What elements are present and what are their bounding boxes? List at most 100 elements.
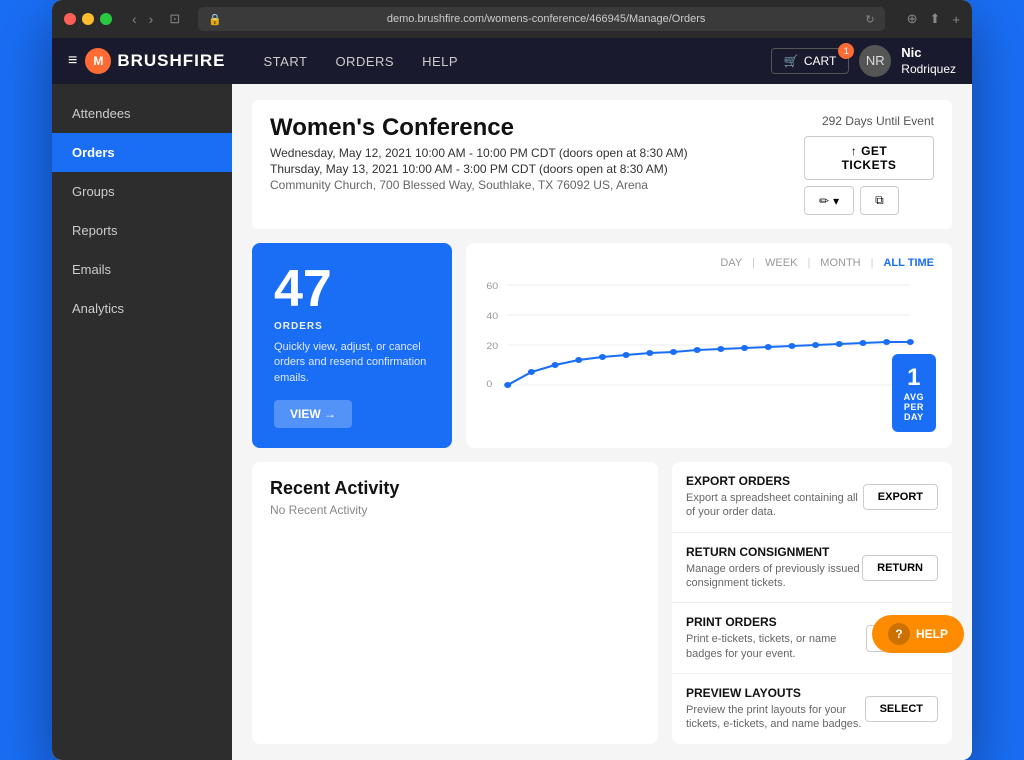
event-title: Women's Conference [270,114,688,142]
select-button[interactable]: SELECT [865,696,938,722]
orders-description: Quickly view, adjust, or cancel orders a… [274,340,430,386]
avatar: NR [859,45,891,77]
avg-number: 1 [904,364,924,392]
recent-activity-card: Recent Activity No Recent Activity [252,462,658,743]
orders-count: 47 [274,263,430,315]
new-tab-button[interactable]: + [952,12,960,27]
avg-label: AVGPERDAY [904,392,924,422]
avatar-initials: NR [866,53,885,68]
chart-card: DAY | WEEK | MONTH | ALL TIME 60 40 20 [466,243,952,448]
forward-button[interactable]: › [145,9,158,29]
event-date-2: Thursday, May 13, 2021 10:00 AM - 3:00 P… [270,162,688,176]
cart-button[interactable]: 🛒 CART 1 [771,48,849,74]
browser-window: ‹ › ⊡ 🔒 demo.brushfire.com/womens-confer… [52,0,972,760]
chart-divider-3: | [871,257,874,269]
nav-arrows: ‹ › [128,9,157,29]
event-location: Community Church, 700 Blessed Way, South… [270,178,688,192]
orders-chart: 60 40 20 0 [484,277,934,397]
nav-link-start[interactable]: START [250,38,322,84]
export-orders-desc: Export a spreadsheet containing all of y… [686,491,863,520]
edit-button[interactable]: ✏ ▾ [804,186,854,215]
event-info: Women's Conference Wednesday, May 12, 20… [270,114,688,192]
return-consignment-desc: Manage orders of previously issued consi… [686,562,862,591]
chart-tab-month[interactable]: MONTH [820,257,860,269]
return-consignment-row: RETURN CONSIGNMENT Manage orders of prev… [672,533,952,604]
cart-badge: 1 [838,43,854,59]
chart-tab-week[interactable]: WEEK [765,257,797,269]
reload-icon[interactable]: ↻ [865,13,874,26]
share-button[interactable]: ⬆ [930,11,941,27]
chart-tabs: DAY | WEEK | MONTH | ALL TIME [484,257,934,269]
nav-actions: 🛒 CART 1 NR Nic Rodriquez [771,45,956,77]
bottom-row: Recent Activity No Recent Activity EXPOR… [252,462,952,743]
minimize-button[interactable] [82,13,94,25]
main-content: Attendees Orders Groups Reports Emails A… [52,84,972,760]
stats-row: 47 ORDERS Quickly view, adjust, or cance… [252,243,952,448]
sidebar-item-attendees[interactable]: Attendees [52,94,232,133]
nav-link-orders[interactable]: ORDERS [321,38,408,84]
window-menu-button[interactable]: ⊡ [169,11,180,27]
cart-label: CART [804,54,836,68]
export-button[interactable]: EXPORT [863,484,938,510]
edit-icon: ✏ [819,194,829,208]
user-surname: Rodriquez [901,62,956,78]
svg-text:40: 40 [486,312,498,322]
view-orders-button[interactable]: VIEW → [274,400,352,428]
return-consignment-info: RETURN CONSIGNMENT Manage orders of prev… [686,545,862,591]
print-orders-info: PRINT ORDERS Print e-tickets, tickets, o… [686,615,866,661]
export-orders-info: EXPORT ORDERS Export a spreadsheet conta… [686,474,863,520]
svg-text:0: 0 [486,380,492,390]
content-area: Women's Conference Wednesday, May 12, 20… [232,84,972,760]
chart-divider-1: | [752,257,755,269]
return-button[interactable]: RETURN [862,555,938,581]
print-orders-desc: Print e-tickets, tickets, or name badges… [686,632,866,661]
sidebar-item-groups[interactable]: Groups [52,172,232,211]
sidebar-item-orders[interactable]: Orders [52,133,232,172]
brand-name: BRUSHFIRE [117,51,225,71]
address-bar[interactable]: 🔒 demo.brushfire.com/womens-conference/4… [198,7,884,31]
hamburger-icon[interactable]: ≡ [68,52,77,70]
sidebar-item-emails[interactable]: Emails [52,250,232,289]
export-orders-title: EXPORT ORDERS [686,474,863,488]
recent-activity-subtitle: No Recent Activity [270,503,640,517]
svg-text:20: 20 [486,342,498,352]
orders-stat-card: 47 ORDERS Quickly view, adjust, or cance… [252,243,452,448]
sidebar-item-reports[interactable]: Reports [52,211,232,250]
chart-tab-day[interactable]: DAY [720,257,742,269]
fullscreen-button[interactable] [100,13,112,25]
avg-badge: 1 AVGPERDAY [892,354,936,432]
edit-dropdown-icon: ▾ [833,194,839,208]
cart-icon: 🛒 [784,54,799,68]
preview-layouts-info: PREVIEW LAYOUTS Preview the print layout… [686,686,865,732]
event-actions: 292 Days Until Event ↑ GET TICKETS ✏ ▾ ⧉ [804,114,934,215]
return-consignment-title: RETURN CONSIGNMENT [686,545,862,559]
user-name: Nic [901,45,956,62]
extensions-button[interactable]: ⊕ [907,11,918,27]
titlebar: ‹ › ⊡ 🔒 demo.brushfire.com/womens-confer… [52,0,972,38]
preview-layouts-row: PREVIEW LAYOUTS Preview the print layout… [672,674,952,744]
chart-tab-alltime[interactable]: ALL TIME [883,257,934,269]
chart-divider-2: | [807,257,810,269]
brand-logo: M [85,48,111,74]
get-tickets-button[interactable]: ↑ GET TICKETS [804,136,934,180]
sidebar-item-analytics[interactable]: Analytics [52,289,232,328]
user-info: Nic Rodriquez [901,45,956,77]
navbar: ≡ M BRUSHFIRE START ORDERS HELP 🛒 CART 1… [52,38,972,84]
brand: M BRUSHFIRE [85,48,225,74]
days-until: 292 Days Until Event [804,114,934,128]
export-orders-row: EXPORT ORDERS Export a spreadsheet conta… [672,462,952,533]
back-button[interactable]: ‹ [128,9,141,29]
help-float-button[interactable]: ? HELP [872,615,964,653]
svg-text:60: 60 [486,282,498,292]
nav-link-help[interactable]: HELP [408,38,472,84]
preview-layouts-desc: Preview the print layouts for your ticke… [686,703,865,732]
traffic-lights [64,13,112,25]
help-label: HELP [916,627,948,641]
preview-layouts-title: PREVIEW LAYOUTS [686,686,865,700]
event-date-1: Wednesday, May 12, 2021 10:00 AM - 10:00… [270,146,688,160]
duplicate-button[interactable]: ⧉ [860,186,899,215]
print-orders-title: PRINT ORDERS [686,615,866,629]
close-button[interactable] [64,13,76,25]
recent-activity-title: Recent Activity [270,478,640,499]
event-header: Women's Conference Wednesday, May 12, 20… [252,100,952,229]
